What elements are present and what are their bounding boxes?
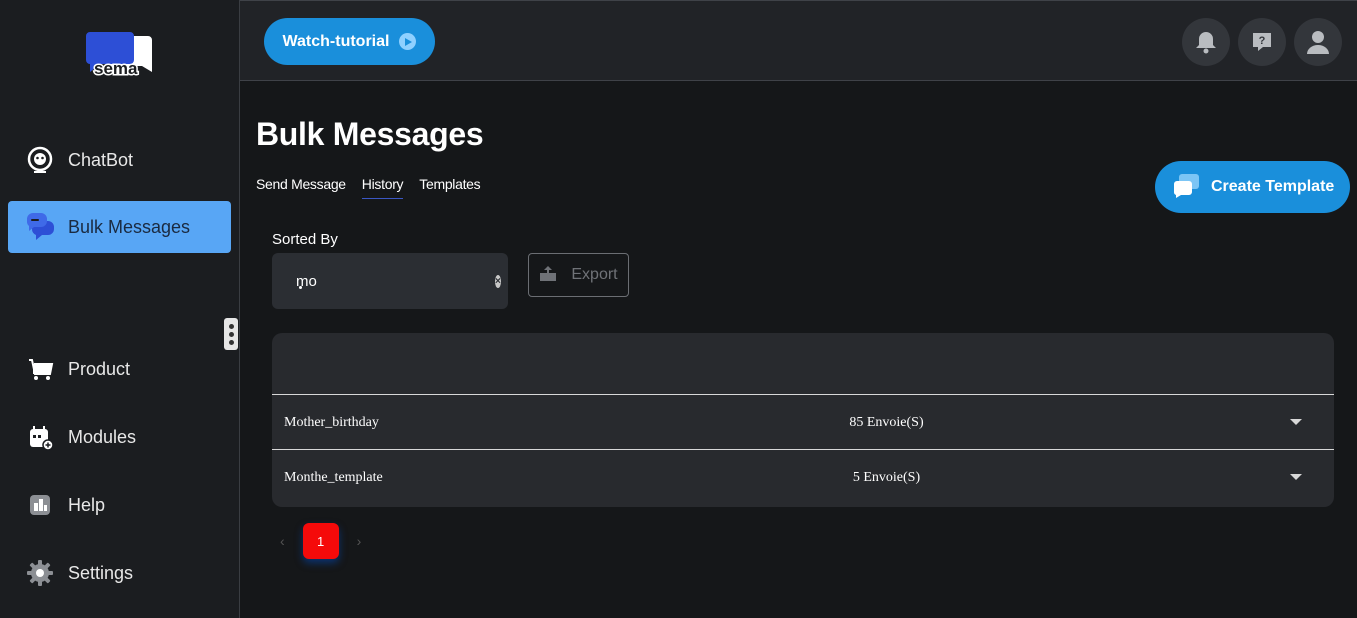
sidebar-item-settings[interactable]: Settings: [8, 547, 231, 599]
gear-icon: [24, 557, 56, 589]
sidebar-item-label: Help: [68, 494, 106, 515]
create-template-button[interactable]: Create Template: [1155, 161, 1350, 213]
table-header: [272, 333, 1334, 395]
pagination: ‹ 1 ›: [280, 523, 361, 559]
user-icon[interactable]: [1294, 18, 1342, 66]
chat-bubbles-icon: [1173, 171, 1201, 204]
next-page-icon[interactable]: ›: [357, 533, 362, 549]
export-label: Export: [571, 266, 618, 283]
calendar-plus-icon: [24, 421, 56, 453]
svg-text:sema: sema: [94, 59, 138, 78]
sidebar-item-label: Modules: [68, 426, 137, 447]
sorted-by-label: Sorted By: [272, 231, 338, 248]
page-button-current[interactable]: 1: [302, 523, 339, 559]
page-title: Bulk Messages: [256, 116, 484, 152]
prev-page-icon[interactable]: ‹: [280, 533, 285, 549]
tab-history[interactable]: History: [361, 176, 404, 199]
send-count: 5 Envoie(S): [852, 470, 921, 485]
table-row[interactable]: Monthe_template 5 Envoie(S): [272, 450, 1334, 505]
sidebar: sema ChatBot Bulk Messages Product Modul…: [0, 0, 240, 618]
clear-icon[interactable]: ×: [495, 274, 501, 288]
sidebar-item-product[interactable]: Product: [8, 343, 231, 395]
question-icon[interactable]: ?: [1238, 18, 1286, 66]
watch-tutorial-label: Watch-tutorial: [282, 32, 390, 50]
upload-icon: [539, 264, 557, 287]
cart-icon: [24, 353, 56, 385]
send-count: 85 Envoie(S): [849, 415, 924, 430]
top-bar: Watch-tutorial ?: [240, 0, 1357, 81]
sidebar-item-label: Settings: [68, 562, 134, 583]
sema-logo[interactable]: sema: [86, 30, 154, 80]
svg-text:?: ?: [1259, 35, 1266, 47]
tab-templates[interactable]: Templates: [419, 176, 480, 199]
expand-caret-icon[interactable]: [1290, 474, 1302, 480]
history-table: Mother_birthday 85 Envoie(S) Monthe_temp…: [272, 333, 1334, 507]
search-input[interactable]: [296, 272, 495, 290]
tab-send-message[interactable]: Send Message: [256, 176, 346, 199]
sidebar-item-label: ChatBot: [68, 149, 134, 170]
sidebar-item-chatbot[interactable]: ChatBot: [8, 134, 231, 186]
bell-icon[interactable]: [1182, 18, 1230, 66]
play-icon: [399, 33, 417, 50]
watch-tutorial-button[interactable]: Watch-tutorial: [264, 18, 435, 65]
export-button[interactable]: Export: [528, 253, 629, 297]
sidebar-item-modules[interactable]: Modules: [8, 411, 231, 463]
sidebar-item-bulk-messages[interactable]: Bulk Messages: [8, 201, 231, 253]
robot-icon: [24, 144, 56, 176]
sidebar-item-label: Bulk Messages: [68, 216, 191, 237]
table-row[interactable]: Mother_birthday 85 Envoie(S): [272, 395, 1334, 450]
search-field: ×: [272, 253, 508, 309]
help-box-icon: [24, 489, 56, 521]
tab-bar: Send Message History Templates: [256, 176, 481, 199]
sidebar-item-label: Product: [68, 358, 131, 379]
chat-bubbles-icon: [24, 211, 56, 243]
create-template-label: Create Template: [1211, 178, 1335, 195]
expand-caret-icon[interactable]: [1290, 419, 1302, 425]
sidebar-item-help[interactable]: Help: [8, 479, 231, 531]
